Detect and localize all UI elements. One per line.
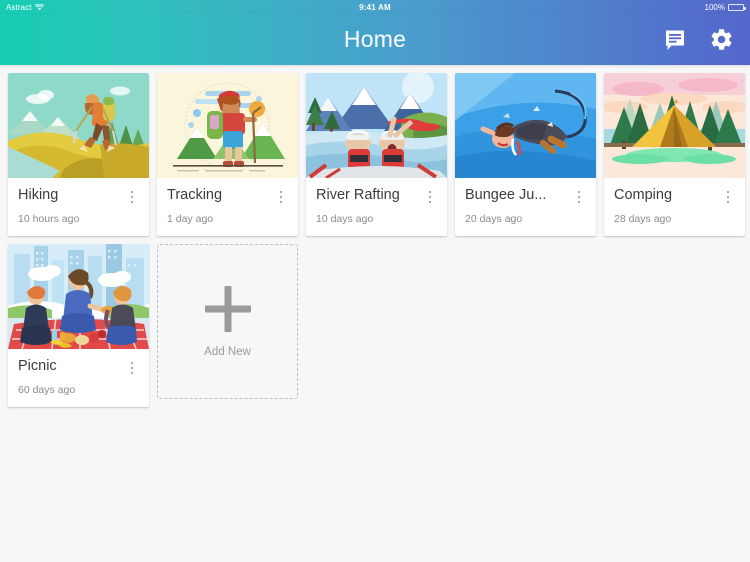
kebab-menu-icon[interactable]	[572, 188, 586, 206]
card-timestamp: 20 days ago	[465, 213, 523, 225]
hiking-illustration	[8, 73, 149, 178]
card-title-row: Hiking	[18, 187, 139, 206]
card-timestamp: 10 hours ago	[18, 213, 80, 225]
card-title: Picnic	[18, 358, 57, 374]
activity-card-comping[interactable]: Comping 28 days ago	[604, 73, 745, 236]
messages-icon[interactable]	[662, 27, 688, 53]
activity-card-picnic[interactable]: Picnic 60 days ago	[8, 244, 149, 407]
card-body: Picnic 60 days ago	[8, 349, 149, 407]
card-title-row: River Rafting	[316, 187, 437, 206]
picnic-illustration	[8, 244, 149, 349]
camping-illustration	[604, 73, 745, 178]
card-body: Bungee Ju... 20 days ago	[455, 178, 596, 236]
card-title-row: Comping	[614, 187, 735, 206]
card-title-row: Picnic	[18, 358, 139, 377]
kebab-menu-icon[interactable]	[721, 188, 735, 206]
card-title: Tracking	[167, 187, 223, 203]
add-new-label: Add New	[204, 345, 251, 358]
settings-gear-icon[interactable]	[708, 27, 734, 53]
tracking-illustration	[157, 73, 298, 178]
page-title: Home	[343, 26, 407, 52]
card-body: River Rafting 10 days ago	[306, 178, 447, 236]
activity-card-tracking[interactable]: Tracking 1 day ago	[157, 73, 298, 236]
status-bar-time: 9:41 AM	[359, 2, 391, 12]
kebab-menu-icon[interactable]	[125, 188, 139, 206]
card-timestamp: 1 day ago	[167, 213, 214, 225]
bungee-illustration	[455, 73, 596, 178]
tracking-artwork	[157, 73, 298, 178]
add-new-card[interactable]: Add New	[157, 244, 298, 399]
card-body: Tracking 1 day ago	[157, 178, 298, 236]
kebab-menu-icon[interactable]	[125, 359, 139, 377]
app-header: Home	[0, 14, 750, 65]
card-timestamp: 28 days ago	[614, 213, 672, 225]
header-actions	[662, 27, 750, 53]
card-body: Comping 28 days ago	[604, 178, 745, 236]
status-bar: Astract 9:41 AM 100%	[0, 0, 750, 14]
card-title-row: Tracking	[167, 187, 288, 206]
settings-gear-icon-glyph	[711, 29, 732, 50]
activity-card-hiking[interactable]: Hiking 10 hours ago	[8, 73, 149, 236]
battery-full-icon	[728, 3, 746, 11]
card-title-row: Bungee Ju...	[465, 187, 586, 206]
camping-artwork	[604, 73, 745, 178]
card-title: Comping	[614, 187, 673, 203]
card-body: Hiking 10 hours ago	[8, 178, 149, 236]
card-title: Bungee Ju...	[465, 187, 547, 203]
messages-icon-glyph	[666, 30, 684, 50]
card-timestamp: 10 days ago	[316, 213, 374, 225]
bungee-artwork	[455, 73, 596, 178]
card-title: River Rafting	[316, 187, 400, 203]
plus-icon	[205, 286, 251, 332]
card-grid: Hiking 10 hours ago Tracking 1 day ago R…	[0, 65, 750, 407]
kebab-menu-icon[interactable]	[274, 188, 288, 206]
card-title: Hiking	[18, 187, 59, 203]
activity-card-bungee-jumping[interactable]: Bungee Ju... 20 days ago	[455, 73, 596, 236]
activity-card-river-rafting[interactable]: River Rafting 10 days ago	[306, 73, 447, 236]
hiking-artwork	[8, 73, 149, 178]
rafting-illustration	[306, 73, 447, 178]
rafting-artwork	[306, 73, 447, 178]
kebab-menu-icon[interactable]	[423, 188, 437, 206]
picnic-artwork	[8, 244, 149, 349]
card-timestamp: 60 days ago	[18, 384, 76, 396]
